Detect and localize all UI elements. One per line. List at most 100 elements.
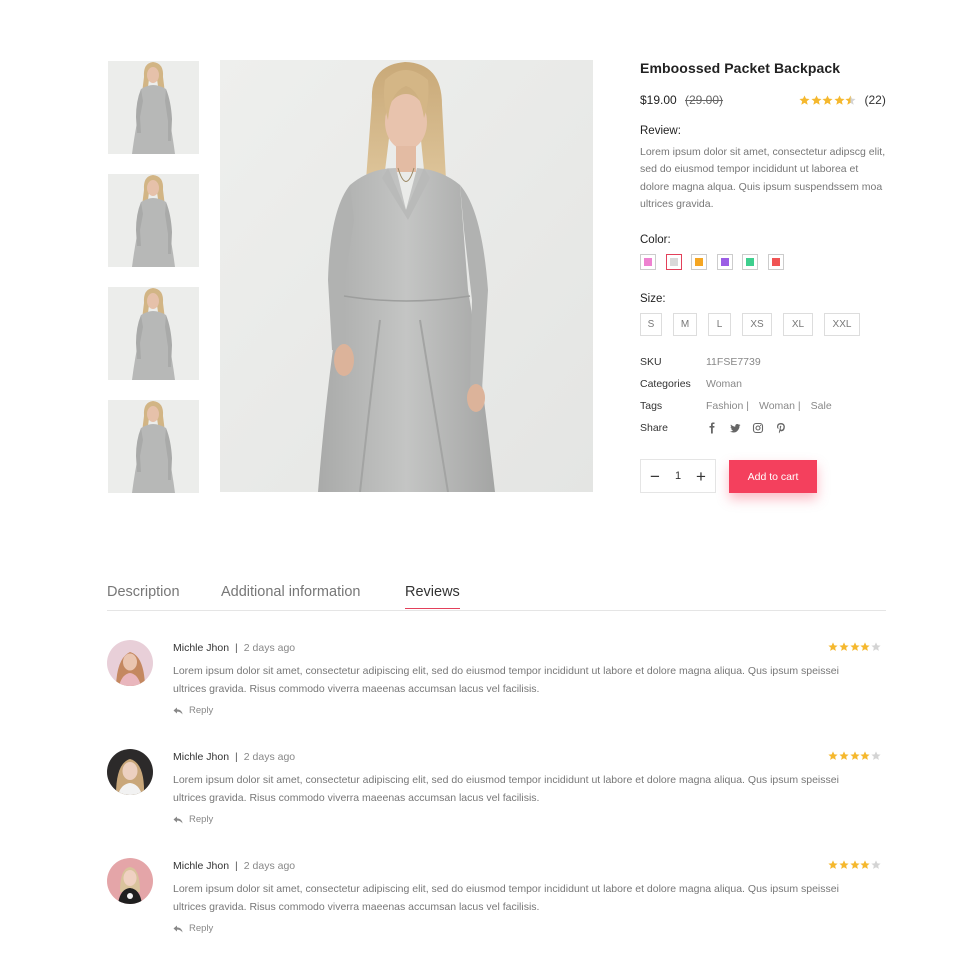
old-price: (29.00) [685, 93, 724, 107]
reply-button[interactable]: Reply [173, 705, 213, 716]
star-icon [799, 94, 810, 105]
reply-icon [173, 925, 183, 932]
star-icon [828, 751, 838, 760]
reply-label: Reply [189, 923, 214, 934]
star-icon [860, 642, 871, 651]
facebook-icon[interactable] [706, 422, 718, 434]
star-icon [850, 642, 860, 651]
product-tabs: Description Additional information Revie… [107, 584, 886, 611]
categories-label: Categories [640, 378, 691, 390]
rating-count: (22) [864, 93, 886, 107]
thumbnail-image[interactable] [108, 61, 199, 154]
increase-quantity-button[interactable]: + [693, 468, 709, 485]
size-option-xxl[interactable]: XXL [824, 313, 860, 336]
star-icon [828, 642, 838, 651]
tab-additional-information[interactable]: Additional information [221, 584, 360, 608]
price-row: $19.00 (29.00) (22) [640, 93, 890, 107]
avatar [107, 640, 153, 686]
add-to-cart-button[interactable]: Add to cart [729, 460, 817, 493]
decrease-quantity-button[interactable]: − [647, 468, 663, 485]
size-option-m[interactable]: M [673, 313, 697, 336]
reply-icon [173, 816, 183, 823]
review-header: Michle Jhon | 2 days ago [173, 860, 295, 872]
size-option-l[interactable]: L [708, 313, 731, 336]
reply-button[interactable]: Reply [173, 923, 213, 934]
sku-row: SKU 11FSE7739 [640, 356, 890, 378]
reply-label: Reply [189, 814, 214, 825]
color-fill [669, 258, 678, 266]
header-separator: | [235, 751, 238, 763]
header-separator: | [235, 642, 238, 654]
review-date: 2 days ago [243, 642, 296, 654]
reviewer-name: Michle Jhon [173, 642, 230, 654]
reviewer-name: Michle Jhon [173, 751, 230, 763]
review-stars [828, 860, 882, 870]
star-icon [860, 860, 871, 869]
tag-link[interactable]: Fashion | [706, 400, 749, 412]
avatar [107, 749, 153, 795]
quantity-value[interactable]: 1 [675, 470, 681, 482]
thumbnail-image[interactable] [108, 174, 199, 267]
quantity-stepper: − 1 + [640, 459, 716, 493]
tag-link[interactable]: Woman | [759, 400, 801, 412]
size-label: Size: [640, 293, 666, 305]
review-label: Review: [640, 125, 681, 137]
review-date: 2 days ago [243, 860, 296, 872]
star-icon [822, 94, 833, 105]
star-icon [839, 642, 849, 651]
star-icon [860, 751, 871, 760]
star-icon [828, 860, 838, 869]
size-option-s[interactable]: S [640, 313, 662, 336]
product-rating: (22) [799, 93, 886, 107]
review-date: 2 days ago [243, 751, 296, 763]
color-fill [695, 258, 703, 266]
color-fill [746, 258, 754, 266]
color-swatch[interactable] [767, 254, 784, 270]
tag-link[interactable]: Sale [811, 400, 832, 412]
size-option-xs[interactable]: XS [742, 313, 772, 336]
size-option-xl[interactable]: XL [783, 313, 813, 336]
reply-icon [173, 707, 183, 714]
star-icon [871, 642, 881, 651]
header-separator: | [235, 860, 238, 872]
star-icon [810, 94, 822, 105]
color-swatch[interactable] [640, 254, 656, 270]
color-swatch[interactable] [691, 254, 707, 270]
color-swatch[interactable] [665, 254, 682, 270]
color-fill [720, 258, 729, 266]
twitter-icon[interactable] [729, 422, 741, 434]
color-swatch[interactable] [742, 254, 758, 270]
reviewer-name: Michle Jhon [173, 860, 230, 872]
category-link[interactable]: Woman [706, 378, 742, 390]
instagram-icon[interactable] [752, 422, 764, 434]
main-product-image [220, 60, 593, 492]
color-fill [771, 258, 780, 266]
tab-description[interactable]: Description [107, 584, 180, 608]
size-options: S M L XS XL XXL [640, 313, 871, 336]
thumbnail-image[interactable] [108, 287, 199, 380]
pinterest-icon[interactable] [775, 422, 787, 434]
share-label: Share [640, 422, 669, 434]
share-icons [706, 422, 798, 434]
product-description: Lorem ipsum dolor sit amet, consectetur … [640, 146, 886, 210]
reply-button[interactable]: Reply [173, 814, 213, 825]
star-icon [850, 860, 860, 869]
rating-stars [799, 94, 857, 106]
tags-list: Fashion | Woman | Sale [706, 400, 842, 412]
star-icon [839, 751, 849, 760]
color-label: Color: [640, 234, 671, 246]
tags-label: Tags [640, 400, 663, 412]
categories-row: Categories Woman [640, 378, 890, 400]
sku-label: SKU [640, 356, 662, 368]
thumbnail-image[interactable] [108, 400, 199, 493]
color-swatch[interactable] [716, 254, 733, 270]
star-icon [871, 751, 881, 760]
review-text: Lorem ipsum dolor sit amet, consectetur … [173, 883, 839, 913]
tab-reviews[interactable]: Reviews [405, 584, 460, 609]
tags-row: Tags Fashion | Woman | Sale [640, 400, 890, 422]
review-text: Lorem ipsum dolor sit amet, consectetur … [173, 665, 839, 695]
product-info: Emboossed Packet Backpack $19.00 (29.00)… [640, 60, 890, 493]
color-swatches [640, 254, 793, 270]
review-text: Lorem ipsum dolor sit amet, consectetur … [173, 774, 839, 804]
color-fill [644, 258, 652, 266]
